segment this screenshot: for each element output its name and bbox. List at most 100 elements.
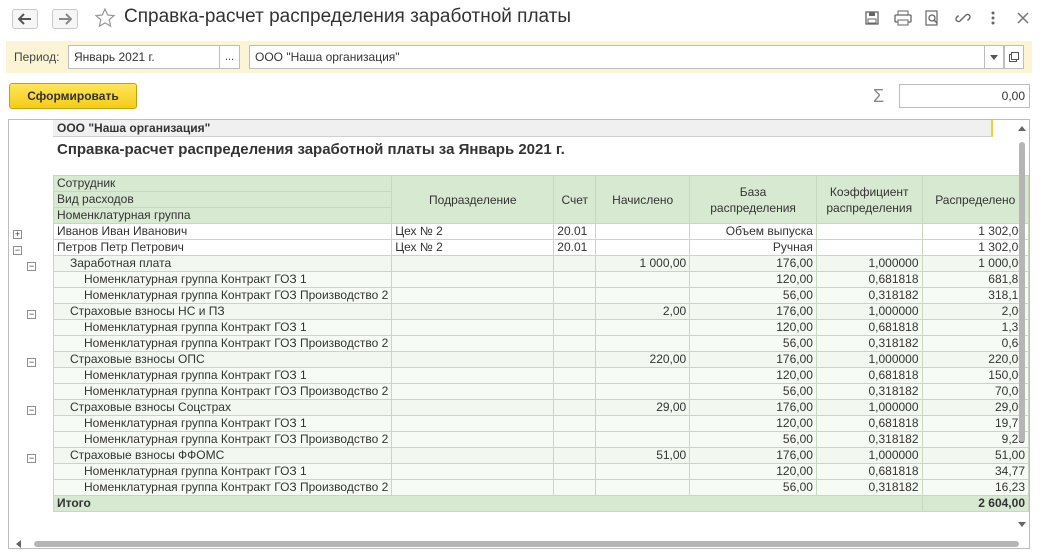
cell-name: Номенклатурная группа Контракт ГОЗ 1 — [52, 463, 393, 480]
cell-base: 56,00 — [689, 431, 817, 448]
cell-dept — [391, 287, 555, 304]
cell-coef — [815, 223, 923, 240]
cell-name: Иванов Иван Иванович — [52, 223, 393, 240]
expense-row: Страховые взносы Соцстрах 29,00 176,00 1,00… — [52, 399, 1029, 416]
cell-account — [553, 399, 597, 416]
cell-accrued — [595, 431, 691, 448]
forward-button[interactable] — [52, 9, 78, 29]
cell-coef: 1,000000 — [815, 303, 923, 320]
organization-dropdown-button[interactable] — [984, 45, 1004, 69]
cell-dept — [391, 399, 555, 416]
cell-distributed: 1 302,00 — [921, 239, 1029, 256]
cell-base: Ручная — [689, 239, 817, 256]
total-value: 2 604,00 — [921, 495, 1029, 512]
cell-distributed: 681,82 — [921, 271, 1029, 288]
cell-accrued — [595, 271, 691, 288]
expense-row: Страховые взносы НС и ПЗ 2,00 176,00 1,0000… — [52, 303, 1029, 320]
cell-name: Номенклатурная группа Контракт ГОЗ Произ… — [52, 479, 393, 496]
cell-coef: 0,318182 — [815, 335, 923, 352]
generate-button[interactable]: Сформировать — [9, 83, 137, 109]
scroll-left-icon — [16, 540, 21, 548]
sum-icon: Σ — [873, 86, 885, 106]
cell-base: 176,00 — [689, 447, 817, 464]
print-button[interactable] — [893, 8, 913, 28]
preview-button[interactable] — [922, 8, 942, 28]
cell-base: 176,00 — [689, 303, 817, 320]
star-icon — [94, 7, 116, 28]
cell-account — [553, 367, 597, 384]
report-spreadsheet[interactable]: ООО "Наша организация" Справка-расчет ра… — [8, 119, 1030, 549]
cell-base: 176,00 — [689, 255, 817, 272]
organization-open-button[interactable] — [1004, 45, 1024, 69]
total-row: Итого 2 604,00 — [53, 495, 1029, 512]
cell-dept — [391, 367, 555, 384]
horizontal-scrollbar[interactable] — [12, 538, 1030, 550]
cell-coef: 1,000000 — [815, 351, 923, 368]
cell-accrued: 1 000,00 — [595, 255, 691, 272]
collapse-toggle[interactable]: − — [27, 358, 36, 367]
cell-base: 176,00 — [689, 399, 817, 416]
cell-accrued — [595, 479, 691, 496]
organization-input[interactable]: ООО "Наша организация" — [249, 45, 985, 69]
report-table: Сотрудник Подразделение Счет Начислено Б… — [52, 175, 1029, 512]
cell-accrued: 51,00 — [595, 447, 691, 464]
print-preview-icon — [925, 10, 938, 26]
cell-base: 120,00 — [689, 415, 817, 432]
collapse-toggle[interactable]: − — [27, 454, 36, 463]
cell-distributed: 9,23 — [921, 431, 1029, 448]
vertical-scroll-thumb[interactable] — [1019, 142, 1025, 442]
expense-row: Страховые взносы ФФОМС 51,00 176,00 1,00000… — [52, 447, 1029, 464]
horizontal-scroll-thumb[interactable] — [34, 541, 1019, 547]
nomenclature-row: Номенклатурная группа Контракт ГОЗ 1 120,… — [52, 415, 1029, 432]
cell-distributed: 0,64 — [921, 335, 1029, 352]
cell-coef: 0,318182 — [815, 287, 923, 304]
link-icon — [955, 13, 971, 23]
cell-base: 176,00 — [689, 351, 817, 368]
header-account: Счет — [553, 175, 597, 224]
cell-distributed: 51,00 — [921, 447, 1029, 464]
nomenclature-row: Номенклатурная группа Контракт ГОЗ Произ… — [52, 383, 1029, 400]
nomenclature-row: Номенклатурная группа Контракт ГОЗ Произ… — [52, 479, 1029, 496]
vertical-scrollbar[interactable] — [1015, 120, 1029, 548]
period-label: Период: — [14, 50, 60, 64]
cell-account — [553, 479, 597, 496]
nomenclature-row: Номенклатурная группа Контракт ГОЗ 1 120,… — [52, 463, 1029, 480]
cell-distributed: 2,00 — [921, 303, 1029, 320]
collapse-toggle[interactable]: − — [27, 406, 36, 415]
cell-dept — [391, 255, 555, 272]
save-button[interactable] — [862, 8, 882, 28]
cell-accrued — [595, 415, 691, 432]
period-select-button[interactable]: ... — [219, 45, 240, 69]
link-button[interactable] — [953, 8, 973, 28]
cell-accrued — [595, 223, 691, 240]
tree-gutter — [9, 120, 53, 548]
period-input[interactable]: Январь 2021 г. — [68, 45, 220, 69]
cell-accrued — [595, 463, 691, 480]
cell-account — [553, 383, 597, 400]
cell-distributed: 150,00 — [921, 367, 1029, 384]
cell-coef: 0,318182 — [815, 431, 923, 448]
cell-dept — [391, 383, 555, 400]
collapse-toggle[interactable]: − — [27, 262, 36, 271]
close-button[interactable] — [1013, 8, 1033, 28]
cell-dept — [391, 335, 555, 352]
cell-dept — [391, 463, 555, 480]
collapse-toggle[interactable]: − — [27, 310, 36, 319]
cell-distributed: 1 000,00 — [921, 255, 1029, 272]
expand-toggle[interactable]: + — [13, 230, 22, 239]
scroll-down-icon — [1018, 522, 1026, 527]
collapse-toggle[interactable]: − — [13, 246, 22, 255]
back-button[interactable] — [12, 9, 38, 29]
cell-coef: 1,000000 — [815, 255, 923, 272]
arrow-right-icon — [59, 13, 72, 25]
cell-coef — [815, 239, 923, 256]
filter-panel: Период: Январь 2021 г. ... ООО "Наша орг… — [6, 41, 1032, 73]
cell-coef: 0,681818 — [815, 271, 923, 288]
sum-field[interactable]: 0,00 — [899, 84, 1030, 108]
favorite-star-button[interactable] — [94, 7, 116, 29]
more-menu-button[interactable] — [983, 8, 1003, 28]
cell-coef: 1,000000 — [815, 399, 923, 416]
save-icon — [865, 11, 879, 25]
cell-dept — [391, 431, 555, 448]
cell-accrued: 220,00 — [595, 351, 691, 368]
